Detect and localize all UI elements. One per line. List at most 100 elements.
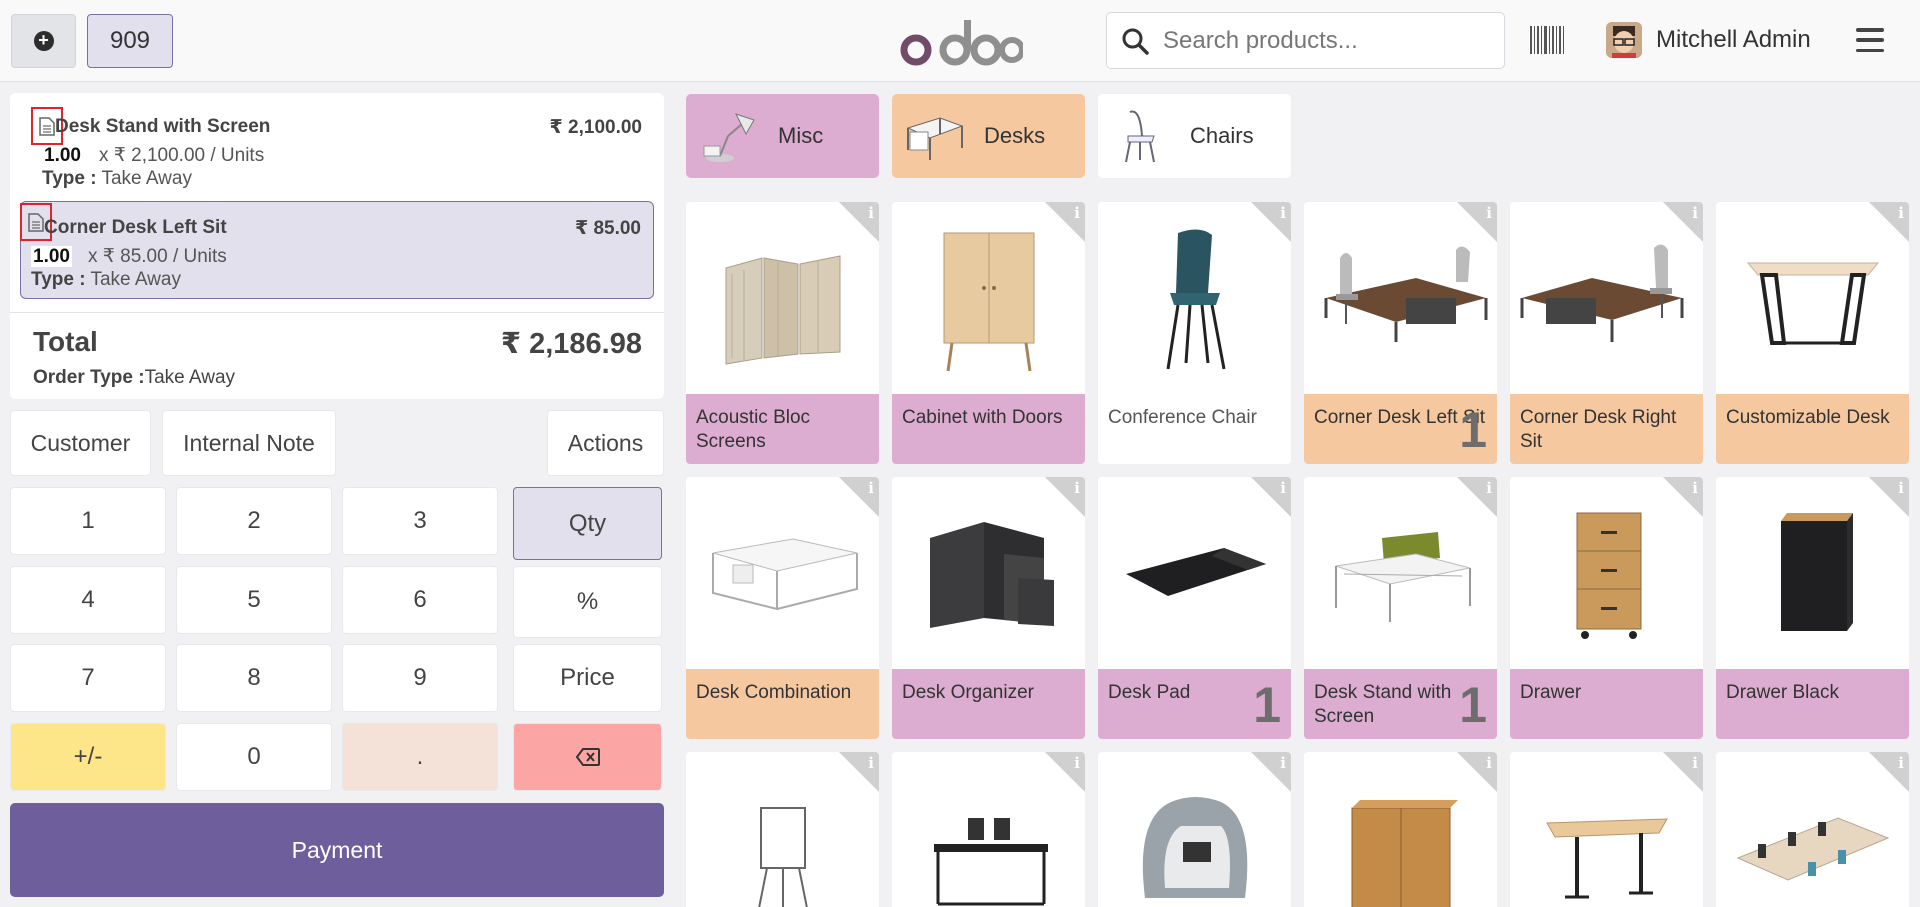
lamp-icon (703, 113, 755, 162)
order-line-type: Type : Take Away (42, 168, 192, 189)
product-card[interactable]: i Corner Desk Right Sit (1510, 202, 1703, 464)
product-name: Conference Chair (1098, 394, 1291, 464)
product-card[interactable]: i Cabinet with Doors (892, 202, 1085, 464)
info-icon[interactable]: i (868, 204, 874, 222)
product-search[interactable] (1106, 12, 1505, 69)
total-value: ₹ 2,186.98 (500, 328, 642, 360)
info-icon[interactable]: i (1692, 204, 1698, 222)
numpad-key-2[interactable]: 2 (176, 487, 332, 555)
user-name: Mitchell Admin (1656, 26, 1811, 53)
category-label: Misc (778, 123, 824, 148)
info-icon[interactable]: i (1280, 204, 1286, 222)
order-type: Order Type :Take Away (33, 367, 236, 388)
product-card[interactable]: i Drawer (1510, 477, 1703, 739)
info-icon[interactable]: i (1898, 754, 1904, 772)
product-name: Customizable Desk (1716, 394, 1909, 464)
order-line-type: Type : Take Away (31, 269, 181, 290)
info-icon[interactable]: i (1280, 754, 1286, 772)
plus-icon: + (33, 31, 54, 51)
product-name: Drawer (1510, 669, 1703, 739)
numpad-key-0[interactable]: 0 (176, 723, 332, 791)
backspace-button[interactable] (513, 723, 662, 791)
actions-button[interactable]: Actions (547, 410, 664, 476)
info-icon[interactable]: i (1692, 754, 1698, 772)
info-icon[interactable]: i (1692, 479, 1698, 497)
search-input[interactable] (1163, 26, 1483, 55)
discount-mode-button[interactable]: % (513, 566, 662, 638)
desk-icon (906, 117, 964, 160)
numpad-key-5[interactable]: 5 (176, 566, 332, 634)
numpad-key-7[interactable]: 7 (10, 644, 166, 712)
top-bar: + 909 Mit (0, 0, 1920, 82)
info-icon[interactable]: i (1486, 479, 1492, 497)
category-chairs[interactable]: Chairs (1098, 94, 1291, 178)
decimal-point-button[interactable]: . (342, 723, 498, 791)
avatar (1606, 22, 1642, 58)
info-icon[interactable]: i (1074, 754, 1080, 772)
order-line-name: Desk Stand with Screen (55, 116, 271, 137)
info-icon[interactable]: i (1074, 479, 1080, 497)
product-card[interactable]: i Corner Desk Left Sit 1 (1304, 202, 1497, 464)
divider (10, 312, 664, 313)
numpad-key-6[interactable]: 6 (342, 566, 498, 634)
info-icon[interactable]: i (1486, 204, 1492, 222)
info-icon[interactable]: i (1486, 754, 1492, 772)
menu-icon[interactable] (1856, 28, 1884, 52)
total-label: Total (33, 326, 98, 357)
product-card[interactable]: i Desk Organizer (892, 477, 1085, 739)
info-icon[interactable]: i (868, 754, 874, 772)
user-menu[interactable]: Mitchell Admin (1606, 22, 1811, 58)
product-card[interactable]: i (1716, 752, 1909, 907)
product-card[interactable]: i Customizable Desk (1716, 202, 1909, 464)
info-icon[interactable]: i (868, 479, 874, 497)
product-name: Corner Desk Right Sit (1510, 394, 1703, 464)
new-order-button[interactable]: + (11, 14, 76, 68)
category-desks[interactable]: Desks (892, 94, 1085, 178)
product-card[interactable]: i Desk Combination (686, 477, 879, 739)
sign-toggle-button[interactable]: +/- (10, 723, 166, 791)
order-line-qty: 1.00 x ₹ 85.00 / Units (31, 246, 227, 267)
info-icon[interactable]: i (1898, 479, 1904, 497)
order-line-price: ₹ 85.00 (574, 218, 641, 239)
product-name: Cabinet with Doors (892, 394, 1085, 464)
product-card[interactable]: i Acoustic Bloc Screens (686, 202, 879, 464)
product-card[interactable]: i Desk Stand with Screen 1 (1304, 477, 1497, 739)
product-card[interactable]: i (1304, 752, 1497, 907)
cart-quantity-badge: 1 (1459, 402, 1487, 458)
order-line-price: ₹ 2,100.00 (549, 117, 642, 138)
info-icon[interactable]: i (1898, 204, 1904, 222)
product-card[interactable]: i Drawer Black (1716, 477, 1909, 739)
internal-note-button[interactable]: Internal Note (162, 410, 336, 476)
cart-quantity-badge: 1 (1459, 677, 1487, 733)
search-icon (1122, 28, 1149, 55)
order-tab[interactable]: 909 (87, 14, 173, 68)
order-line-selected[interactable]: Corner Desk Left Sit ₹ 85.00 1.00 x ₹ 85.… (20, 201, 654, 299)
order-summary: Desk Stand with Screen ₹ 2,100.00 1.00 x … (10, 93, 664, 399)
product-card[interactable]: i (1098, 752, 1291, 907)
barcode-icon[interactable] (1530, 26, 1564, 54)
cart-quantity-badge: 1 (1253, 677, 1281, 733)
odoo-logo (900, 20, 1023, 66)
numpad-key-8[interactable]: 8 (176, 644, 332, 712)
category-misc[interactable]: Misc (686, 94, 879, 178)
order-line[interactable]: Desk Stand with Screen ₹ 2,100.00 1.00 x … (20, 99, 654, 197)
order-line-name: Corner Desk Left Sit (44, 217, 227, 238)
numpad-key-1[interactable]: 1 (10, 487, 166, 555)
qty-mode-button[interactable]: Qty (513, 487, 662, 560)
product-card[interactable]: i Desk Pad 1 (1098, 477, 1291, 739)
product-name: Desk Combination (686, 669, 879, 739)
numpad-key-9[interactable]: 9 (342, 644, 498, 712)
info-icon[interactable]: i (1074, 204, 1080, 222)
product-name: Drawer Black (1716, 669, 1909, 739)
payment-button[interactable]: Payment (10, 803, 664, 897)
numpad-key-3[interactable]: 3 (342, 487, 498, 555)
product-name: Acoustic Bloc Screens (686, 394, 879, 464)
product-card[interactable]: i Conference Chair (1098, 202, 1291, 464)
numpad-key-4[interactable]: 4 (10, 566, 166, 634)
info-icon[interactable]: i (1280, 479, 1286, 497)
customer-button[interactable]: Customer (10, 410, 151, 476)
product-card[interactable]: i (686, 752, 879, 907)
product-card[interactable]: i (1510, 752, 1703, 907)
price-mode-button[interactable]: Price (513, 644, 662, 712)
product-card[interactable]: i (892, 752, 1085, 907)
